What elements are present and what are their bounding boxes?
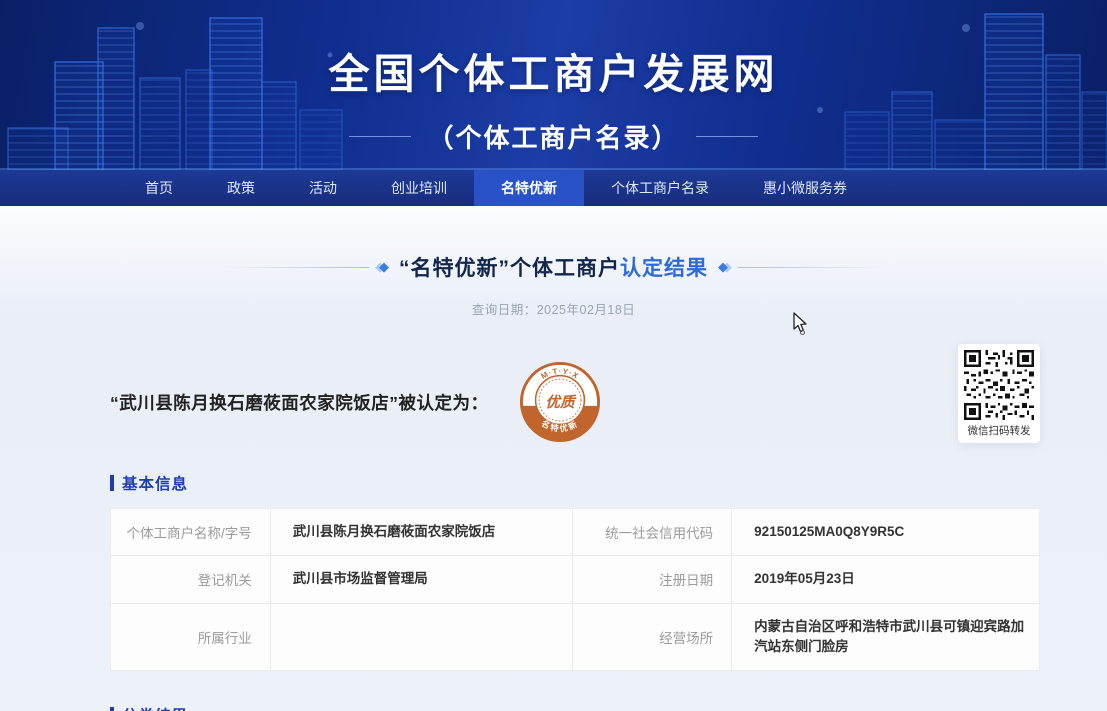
cell-value: 92150125MA0Q8Y9R5C	[732, 509, 1040, 556]
cell-label: 登记机关	[111, 556, 271, 603]
classification-title: 分类结果	[122, 704, 188, 711]
main-nav: 首页 政策 活动 创业培训 名特优新 个体工商户名录 惠小微服务券	[0, 170, 1107, 206]
query-date: 查询日期：2025年02月18日	[0, 299, 1107, 318]
cell-label: 所属行业	[111, 603, 271, 671]
banner: 全国个体工商户发展网 （个体工商户名录）	[0, 0, 1107, 170]
basic-info-title: 基本信息	[122, 472, 188, 494]
content: ◆ “名特优新”个体工商户认定结果 ◆ 查询日期：2025年02月18日 “武川…	[0, 206, 1107, 711]
nav-item-policy[interactable]: 政策	[200, 170, 282, 206]
cell-value: 武川县市场监督管理局	[270, 556, 573, 603]
subtitle-left-line	[349, 136, 411, 137]
certification-statement: “武川县陈月换石磨莜面农家院饭店”被认定为：	[110, 390, 489, 415]
nav-item-mtyx[interactable]: 名特优新	[474, 170, 584, 206]
subtitle-right-line	[696, 136, 758, 137]
qr-card: 微信扫码转发	[958, 344, 1040, 443]
result-title: “名特优新”个体工商户认定结果	[399, 252, 708, 282]
basic-info-header: 基本信息	[110, 472, 1107, 494]
qr-caption: 微信扫码转发	[964, 423, 1034, 438]
title-right-line	[738, 267, 883, 268]
cell-label: 注册日期	[573, 556, 732, 603]
classification-header: 分类结果	[110, 704, 1107, 711]
section-bar-icon	[110, 475, 114, 491]
cell-label: 统一社会信用代码	[573, 509, 732, 556]
svg-text:· · · · ·: · · · · ·	[553, 380, 567, 385]
nav-item-voucher[interactable]: 惠小微服务券	[736, 170, 874, 206]
nav-item-home[interactable]: 首页	[118, 170, 200, 206]
site-subtitle-row: （个体工商户名录）	[0, 118, 1107, 155]
svg-text:优质: 优质	[545, 394, 577, 411]
table-row: 所属行业 经营场所 内蒙古自治区呼和浩特市武川县可镇迎宾路加汽站东侧门脸房	[111, 603, 1040, 671]
cell-value	[270, 603, 573, 671]
qr-code	[964, 350, 1034, 420]
site-title: 全国个体工商户发展网	[0, 0, 1107, 100]
site-subtitle: （个体工商户名录）	[427, 118, 679, 155]
cell-value: 2019年05月23日	[732, 556, 1040, 603]
title-left-line	[224, 267, 369, 268]
diamond-left-icon: ◆	[379, 259, 389, 275]
cell-label: 个体工商户名称/字号	[111, 509, 271, 556]
page: 全国个体工商户发展网 （个体工商户名录） 首页 政策 活动 创业培训 名特优新 …	[0, 0, 1107, 711]
result-title-row: ◆ “名特优新”个体工商户认定结果 ◆	[0, 206, 1107, 282]
cell-label: 经营场所	[573, 603, 732, 671]
nav-item-directory[interactable]: 个体工商户名录	[584, 170, 736, 206]
cell-value: 武川县陈月换石磨莜面农家院饭店	[270, 509, 573, 556]
basic-info-table: 个体工商户名称/字号 武川县陈月换石磨莜面农家院饭店 统一社会信用代码 9215…	[110, 508, 1040, 671]
nav-item-training[interactable]: 创业培训	[364, 170, 474, 206]
quality-seal-icon: M·T·Y·X · · · · · 优质 名特优新	[519, 361, 601, 443]
diamond-right-icon: ◆	[718, 259, 728, 275]
section-bar-icon	[110, 707, 114, 711]
table-row: 登记机关 武川县市场监督管理局 注册日期 2019年05月23日	[111, 556, 1040, 603]
table-row: 个体工商户名称/字号 武川县陈月换石磨莜面农家院饭店 统一社会信用代码 9215…	[111, 509, 1040, 556]
cell-value: 内蒙古自治区呼和浩特市武川县可镇迎宾路加汽站东侧门脸房	[732, 603, 1040, 671]
nav-item-activity[interactable]: 活动	[282, 170, 364, 206]
